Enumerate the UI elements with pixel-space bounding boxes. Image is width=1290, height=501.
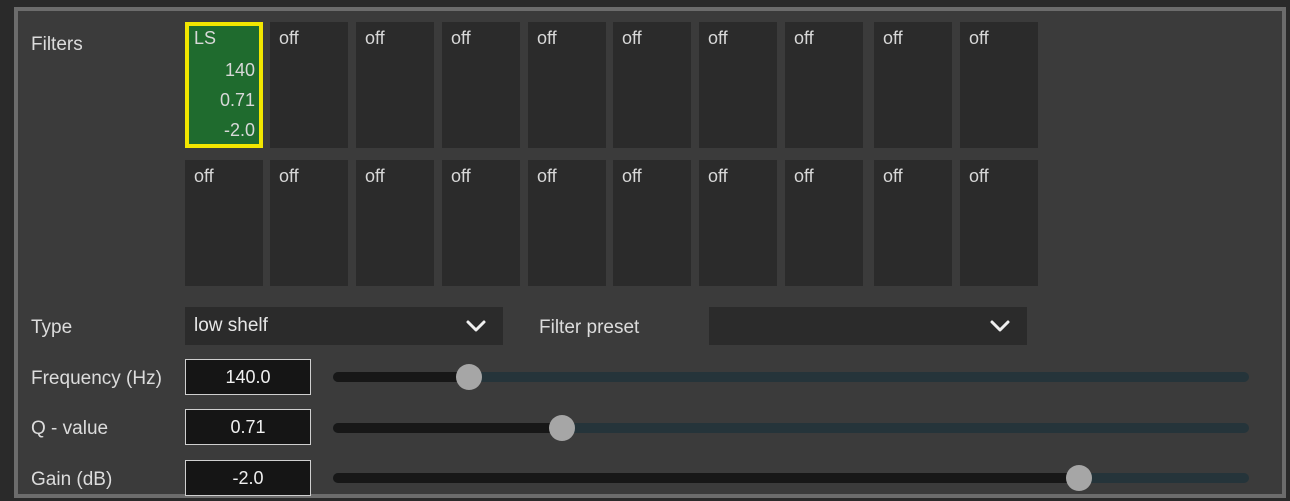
filter-off-label: off bbox=[365, 166, 385, 186]
filter-off-label: off bbox=[969, 166, 989, 186]
filter-slot-19[interactable]: off bbox=[874, 160, 952, 286]
q-value-slider[interactable] bbox=[333, 415, 1249, 441]
chevron-down-icon bbox=[466, 320, 486, 332]
gain-slider-fill bbox=[333, 473, 1079, 483]
gain-slider[interactable] bbox=[333, 465, 1249, 491]
filter-slot-2[interactable]: off bbox=[270, 22, 348, 148]
frequency-input[interactable]: 140.0 bbox=[185, 359, 311, 395]
filter-frequency: 140 bbox=[224, 60, 255, 80]
filter-slot-3[interactable]: off bbox=[356, 22, 434, 148]
filter-off-label: off bbox=[194, 166, 214, 186]
filter-off-label: off bbox=[451, 166, 471, 186]
filter-slot-15[interactable]: off bbox=[528, 160, 606, 286]
filter-off-label: off bbox=[708, 28, 728, 48]
gain-slider-thumb[interactable] bbox=[1065, 465, 1092, 491]
filter-slot-17[interactable]: off bbox=[699, 160, 777, 286]
gain-label: Gain (dB) bbox=[31, 469, 113, 490]
filter-off-label: off bbox=[708, 166, 728, 186]
filter-off-label: off bbox=[622, 28, 642, 48]
filter-off-label: off bbox=[622, 166, 642, 186]
filter-off-label: off bbox=[279, 166, 299, 186]
filter-off-label: off bbox=[279, 28, 299, 48]
filter-q: 0.71 bbox=[219, 90, 255, 110]
filter-off-label: off bbox=[451, 28, 471, 48]
filters-label: Filters bbox=[31, 34, 83, 55]
filter-off-label: off bbox=[794, 166, 814, 186]
filter-slot-18[interactable]: off bbox=[785, 160, 863, 286]
type-label: Type bbox=[31, 317, 73, 338]
filter-slot-9[interactable]: off bbox=[874, 22, 952, 148]
filter-slot-8[interactable]: off bbox=[785, 22, 863, 148]
filter-off-label: off bbox=[969, 28, 989, 48]
filter-preset-label: Filter preset bbox=[539, 317, 640, 338]
filter-slot-5[interactable]: off bbox=[528, 22, 606, 148]
filter-off-label: off bbox=[794, 28, 814, 48]
filter-off-label: off bbox=[883, 166, 903, 186]
frequency-slider[interactable] bbox=[333, 364, 1249, 390]
filter-off-label: off bbox=[537, 166, 557, 186]
frequency-slider-fill bbox=[333, 372, 469, 382]
type-dropdown[interactable]: low shelf bbox=[185, 307, 503, 345]
filter-gain: -2.0 bbox=[223, 120, 255, 140]
filter-panel: Filters LS 140 0.71 -2.0 off off off off… bbox=[14, 7, 1286, 498]
filter-slot-6[interactable]: off bbox=[613, 22, 691, 148]
frequency-label: Frequency (Hz) bbox=[31, 368, 162, 389]
filter-off-label: off bbox=[365, 28, 385, 48]
filter-off-label: off bbox=[883, 28, 903, 48]
q-value-slider-fill bbox=[333, 423, 562, 433]
filter-slot-11[interactable]: off bbox=[185, 160, 263, 286]
gain-input[interactable]: -2.0 bbox=[185, 460, 311, 496]
q-value-input[interactable]: 0.71 bbox=[185, 409, 311, 445]
filter-slot-10[interactable]: off bbox=[960, 22, 1038, 148]
filter-slot-16[interactable]: off bbox=[613, 160, 691, 286]
filter-slot-14[interactable]: off bbox=[442, 160, 520, 286]
type-selected-value: low shelf bbox=[194, 315, 268, 336]
q-value-slider-thumb[interactable] bbox=[549, 415, 575, 441]
filter-slot-13[interactable]: off bbox=[356, 160, 434, 286]
chevron-down-icon bbox=[990, 320, 1010, 332]
q-value-label: Q - value bbox=[31, 418, 109, 439]
filter-slot-12[interactable]: off bbox=[270, 160, 348, 286]
filter-slot-7[interactable]: off bbox=[699, 22, 777, 148]
filter-off-label: off bbox=[537, 28, 557, 48]
filter-slot-1[interactable]: LS 140 0.71 -2.0 bbox=[185, 22, 263, 148]
filter-type: LS bbox=[194, 28, 217, 48]
filter-slot-4[interactable]: off bbox=[442, 22, 520, 148]
filter-slot-20[interactable]: off bbox=[960, 160, 1038, 286]
filter-preset-dropdown[interactable] bbox=[709, 307, 1027, 345]
frequency-slider-thumb[interactable] bbox=[455, 364, 482, 390]
